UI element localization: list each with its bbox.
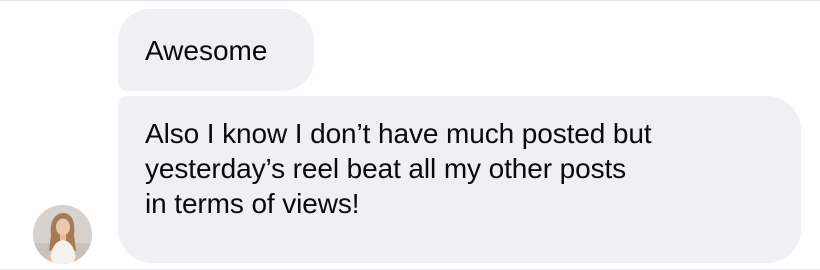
sender-avatar[interactable] [33,205,92,264]
chat-thread: Awesome Also I know I don’t have much po… [0,0,820,270]
message-text-line-3: in terms of views! [145,188,360,219]
message-bubble-awesome[interactable]: Awesome [118,9,314,91]
message-text-line-2: yesterday’s reel beat all my other posts [145,153,627,184]
message-text-line-1: Also I know I don’t have much posted but [145,118,652,149]
message-bubble-views[interactable]: Also I know I don’t have much posted but… [118,96,801,263]
sender-avatar-photo-icon [33,205,92,264]
message-text: Awesome [145,35,268,66]
